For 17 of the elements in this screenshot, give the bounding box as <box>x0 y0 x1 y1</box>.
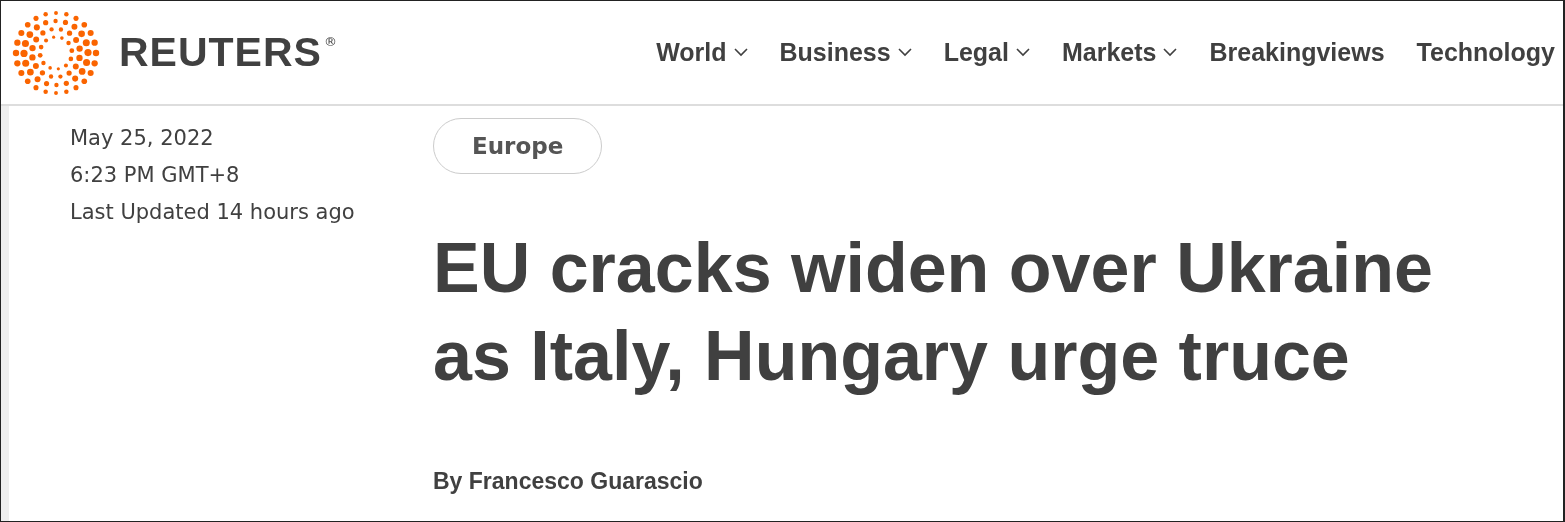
nav-link[interactable]: World <box>656 38 748 67</box>
chevron-down-icon <box>1163 48 1178 57</box>
nav-link[interactable]: Business <box>779 38 912 67</box>
publish-date: May 25, 2022 <box>70 125 215 152</box>
last-updated: Last Updated 14 hours ago <box>70 199 356 226</box>
brand-name[interactable]: REUTERS <box>119 29 322 76</box>
nav-link[interactable]: Technology <box>1416 38 1555 67</box>
chevron-down-icon <box>733 48 748 57</box>
nav-link[interactable]: Breakingviews <box>1209 38 1385 67</box>
byline: By Francesco Guarascio <box>433 468 704 495</box>
chevron-down-icon <box>897 48 912 57</box>
nav-link[interactable]: Markets <box>1061 38 1178 67</box>
headline: EU cracks widen over Ukraine as Italy, Hungary urge truce <box>433 228 1434 397</box>
registered-mark: ® <box>323 33 337 49</box>
nav-link[interactable]: Legal <box>943 38 1030 67</box>
chevron-down-icon <box>1015 48 1030 57</box>
publish-time: 6:23 PM GMT+8 <box>70 162 241 189</box>
